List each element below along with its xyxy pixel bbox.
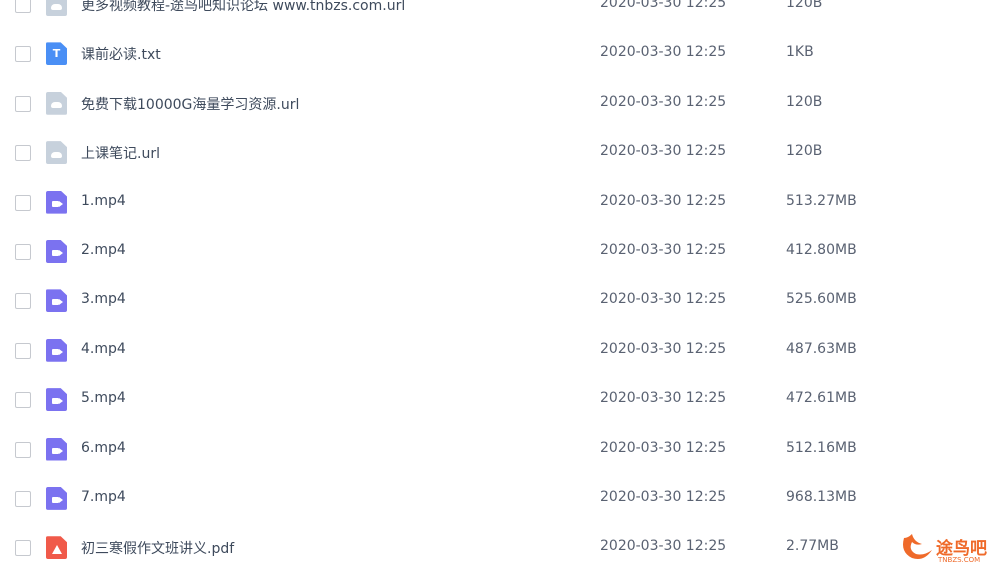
file-name[interactable]: 更多视频教程-途鸟吧知识论坛 www.tnbzs.com.url [81,0,405,15]
file-name[interactable]: 3.mp4 [81,291,126,307]
video-file-icon [46,437,67,461]
watermark-logo: 途鸟吧 TNBZS.COM [898,530,998,566]
file-name[interactable]: 4.mp4 [81,341,126,357]
file-row[interactable]: T 课前必读.txt 2020-03-30 12:25 1KB [0,29,1000,78]
file-row[interactable]: 7.mp4 2020-03-30 12:25 968.13MB [0,474,1000,523]
file-date: 2020-03-30 12:25 [600,241,727,258]
file-checkbox[interactable] [15,145,31,162]
file-checkbox[interactable] [15,342,31,359]
file-size: 120B [786,143,823,160]
file-date: 2020-03-30 12:25 [600,192,727,209]
file-name[interactable]: 上课笔记.url [81,143,160,163]
txt-glyph: T [52,47,61,61]
url-file-icon [46,141,67,165]
file-row[interactable]: 1.mp4 2020-03-30 12:25 513.27MB [0,178,1000,227]
file-date: 2020-03-30 12:25 [600,488,727,505]
txt-file-icon: T [46,42,67,66]
file-checkbox[interactable] [15,95,31,112]
file-name[interactable]: 2.mp4 [81,242,126,258]
file-row[interactable]: 初三寒假作文班讲义.pdf 2020-03-30 12:25 2.77MB [0,523,1000,572]
file-date: 2020-03-30 12:25 [600,44,727,61]
file-row[interactable]: 6.mp4 2020-03-30 12:25 512.16MB [0,425,1000,474]
file-date: 2020-03-30 12:25 [600,390,727,407]
file-name[interactable]: 5.mp4 [81,390,126,406]
file-size: 2.77MB [786,538,839,555]
file-row[interactable]: 2.mp4 2020-03-30 12:25 412.80MB [0,227,1000,276]
file-name[interactable]: 6.mp4 [81,440,126,456]
pdf-file-icon [46,536,67,560]
file-checkbox[interactable] [15,490,31,507]
phoenix-logo-icon [903,534,932,559]
file-size: 487.63MB [786,340,857,357]
file-size: 412.80MB [786,241,857,258]
url-file-icon [46,91,67,115]
file-size: 472.61MB [786,390,857,407]
video-file-icon [46,338,67,362]
url-file-icon [46,0,67,16]
file-size: 968.13MB [786,488,857,505]
file-date: 2020-03-30 12:25 [600,439,727,456]
file-checkbox[interactable] [15,46,31,63]
file-date: 2020-03-30 12:25 [600,0,727,11]
file-row[interactable]: 5.mp4 2020-03-30 12:25 472.61MB [0,375,1000,424]
file-date: 2020-03-30 12:25 [600,291,727,308]
video-file-icon [46,289,67,313]
file-name[interactable]: 初三寒假作文班讲义.pdf [81,538,234,558]
file-checkbox[interactable] [15,392,31,409]
video-file-icon [46,486,67,510]
file-name[interactable]: 课前必读.txt [81,44,161,64]
file-size: 120B [786,93,823,110]
file-checkbox[interactable] [15,243,31,260]
file-name[interactable]: 7.mp4 [81,489,126,505]
file-checkbox[interactable] [15,441,31,458]
file-date: 2020-03-30 12:25 [600,93,727,110]
file-size: 525.60MB [786,291,857,308]
file-checkbox[interactable] [15,540,31,557]
file-checkbox[interactable] [15,293,31,310]
file-row[interactable]: 更多视频教程-途鸟吧知识论坛 www.tnbzs.com.url 2020-03-… [0,0,1000,29]
file-row[interactable]: 3.mp4 2020-03-30 12:25 525.60MB [0,276,1000,325]
file-size: 1KB [786,44,814,61]
file-checkbox[interactable] [15,0,31,13]
file-row[interactable]: 4.mp4 2020-03-30 12:25 487.63MB [0,326,1000,375]
file-size: 120B [786,0,823,11]
file-row[interactable]: 免费下载10000G海量学习资源.url 2020-03-30 12:25 120B [0,79,1000,128]
video-file-icon [46,239,67,263]
file-name[interactable]: 1.mp4 [81,193,126,209]
file-list: 更多视频教程-途鸟吧知识论坛 www.tnbzs.com.url 2020-03-… [0,0,1000,573]
file-date: 2020-03-30 12:25 [600,340,727,357]
video-file-icon [46,388,67,412]
file-name[interactable]: 免费下载10000G海量学习资源.url [81,94,299,114]
file-date: 2020-03-30 12:25 [600,538,727,555]
file-checkbox[interactable] [15,194,31,211]
file-size: 512.16MB [786,439,857,456]
file-row[interactable]: 上课笔记.url 2020-03-30 12:25 120B [0,128,1000,177]
video-file-icon [46,190,67,214]
file-date: 2020-03-30 12:25 [600,143,727,160]
file-size: 513.27MB [786,192,857,209]
watermark-subtitle: TNBZS.COM [938,556,981,564]
